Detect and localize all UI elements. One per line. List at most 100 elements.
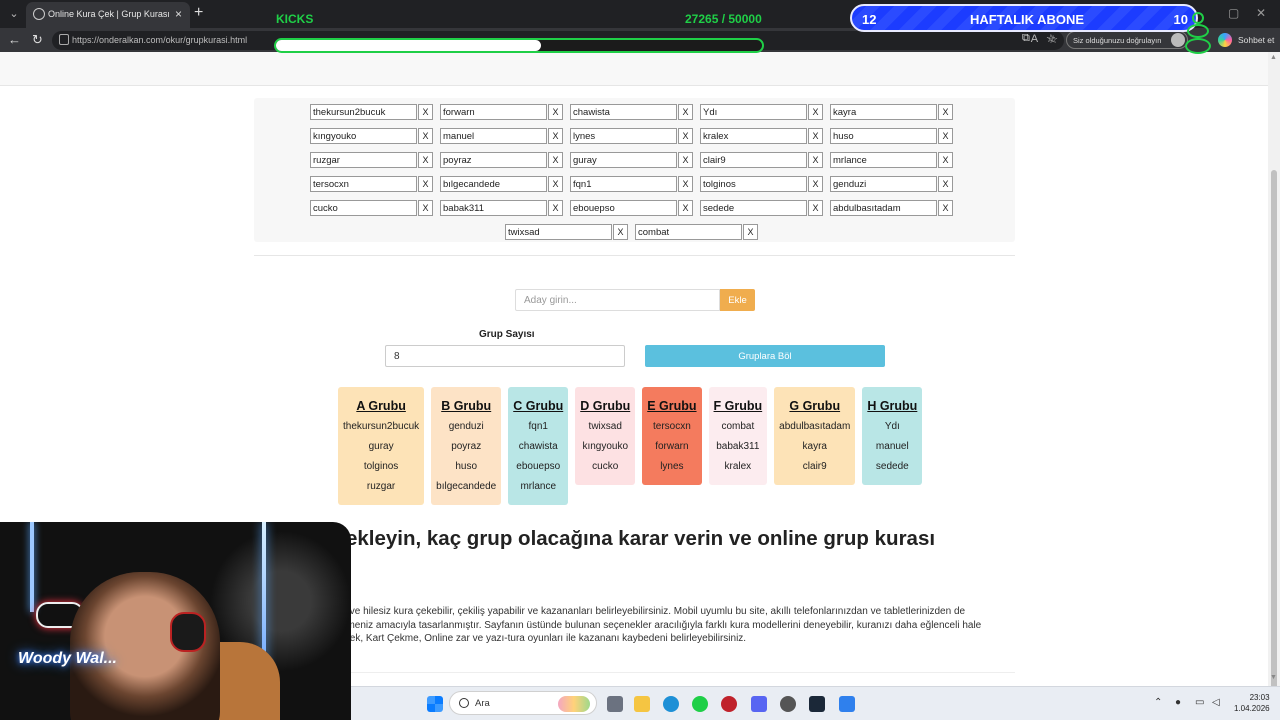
remove-name-button[interactable]: X	[418, 128, 433, 144]
edge-icon[interactable]	[663, 696, 679, 712]
name-field[interactable]	[700, 176, 807, 192]
name-field[interactable]	[440, 200, 547, 216]
favorites-icon[interactable]: ☆	[1046, 32, 1056, 45]
name-field[interactable]	[700, 128, 807, 144]
group-count-input[interactable]	[385, 345, 625, 367]
remove-name-button[interactable]: X	[678, 128, 693, 144]
remove-name-button[interactable]: X	[938, 176, 953, 192]
scroll-thumb[interactable]	[1271, 170, 1277, 690]
volume-icon[interactable]: ◁	[1212, 697, 1220, 708]
name-field[interactable]	[700, 200, 807, 216]
name-field[interactable]	[830, 104, 937, 120]
kick-app-icon[interactable]	[692, 696, 708, 712]
app-icon[interactable]	[839, 696, 855, 712]
read-aloud-icon[interactable]: A	[1031, 33, 1038, 46]
name-field[interactable]	[570, 152, 677, 168]
profile-verify-button[interactable]: Siz olduğunuzu doğrulayın	[1066, 31, 1188, 49]
name-field[interactable]	[830, 176, 937, 192]
chat-button-label[interactable]: Sohbet et	[1238, 35, 1274, 45]
remove-name-button[interactable]: X	[938, 104, 953, 120]
name-field[interactable]	[700, 152, 807, 168]
name-field[interactable]	[310, 104, 417, 120]
obs-icon[interactable]	[721, 696, 737, 712]
remove-name-button[interactable]: X	[418, 176, 433, 192]
group-member: combat	[721, 421, 755, 432]
remove-name-button[interactable]: X	[418, 200, 433, 216]
tray-chevron-icon[interactable]: ⌃	[1154, 697, 1162, 708]
window-close-icon[interactable]: ✕	[1256, 6, 1266, 20]
tab-list-icon[interactable]: ⌄	[6, 6, 22, 22]
name-field[interactable]	[440, 152, 547, 168]
name-field[interactable]	[505, 224, 612, 240]
back-icon[interactable]: ←	[8, 32, 21, 47]
close-tab-icon[interactable]: ×	[175, 7, 182, 21]
active-tab[interactable]: Online Kura Çek | Grup Kurası ×	[26, 2, 190, 28]
extensions-icon[interactable]: ⧉	[1022, 32, 1030, 45]
group-card: E Grubu tersocxn forwarn lynes	[642, 387, 702, 485]
url-text[interactable]: https://onderalkan.com/okur/grupkurasi.h…	[72, 35, 247, 45]
name-field[interactable]	[440, 176, 547, 192]
remove-name-button[interactable]: X	[548, 200, 563, 216]
reload-icon[interactable]: ↻	[32, 32, 43, 48]
name-field[interactable]	[570, 128, 677, 144]
remove-name-button[interactable]: X	[613, 224, 628, 240]
name-field[interactable]	[830, 128, 937, 144]
remove-name-button[interactable]: X	[938, 128, 953, 144]
name-field[interactable]	[635, 224, 742, 240]
scroll-down-icon[interactable]: ▼	[1270, 674, 1277, 681]
start-icon[interactable]	[427, 696, 443, 712]
name-field[interactable]	[570, 176, 677, 192]
name-field[interactable]	[440, 104, 547, 120]
remove-name-button[interactable]: X	[808, 176, 823, 192]
remove-name-button[interactable]: X	[418, 152, 433, 168]
remove-name-button[interactable]: X	[808, 200, 823, 216]
site-info-icon[interactable]	[59, 34, 69, 45]
scroll-up-icon[interactable]: ▲	[1270, 54, 1277, 61]
remove-name-button[interactable]: X	[808, 152, 823, 168]
name-field[interactable]	[310, 200, 417, 216]
remove-name-button[interactable]: X	[548, 176, 563, 192]
split-groups-button[interactable]: Gruplara Böl	[645, 345, 885, 367]
copilot-icon[interactable]	[1218, 33, 1232, 47]
remove-name-button[interactable]: X	[938, 152, 953, 168]
remove-name-button[interactable]: X	[938, 200, 953, 216]
file-explorer-icon[interactable]	[634, 696, 650, 712]
remove-name-button[interactable]: X	[678, 152, 693, 168]
remove-name-button[interactable]: X	[808, 104, 823, 120]
steam-icon[interactable]	[809, 696, 825, 712]
taskbar-clock[interactable]: 23:03 1.04.2026	[1234, 692, 1270, 714]
name-field[interactable]	[570, 200, 677, 216]
name-field[interactable]	[830, 200, 937, 216]
add-button[interactable]: Ekle	[720, 289, 755, 311]
remove-name-button[interactable]: X	[418, 104, 433, 120]
group-member: chawista	[518, 441, 558, 452]
task-view-icon[interactable]	[607, 696, 623, 712]
name-chip: X	[570, 104, 700, 120]
page-scrollbar[interactable]: ▲ ▼	[1268, 52, 1280, 690]
remove-name-button[interactable]: X	[678, 200, 693, 216]
name-field[interactable]	[310, 128, 417, 144]
name-field[interactable]	[440, 128, 547, 144]
name-field[interactable]	[700, 104, 807, 120]
remove-name-button[interactable]: X	[743, 224, 758, 240]
taskbar-search[interactable]: Ara	[449, 691, 597, 715]
new-tab-button[interactable]: +	[194, 4, 203, 22]
network-icon[interactable]: ▭	[1195, 697, 1204, 708]
name-field[interactable]	[310, 176, 417, 192]
name-field[interactable]	[570, 104, 677, 120]
name-chip: X	[310, 152, 440, 168]
remove-name-button[interactable]: X	[548, 104, 563, 120]
microphone-icon[interactable]: ●	[1175, 697, 1181, 708]
name-field[interactable]	[310, 152, 417, 168]
remove-name-button[interactable]: X	[678, 104, 693, 120]
remove-name-button[interactable]: X	[548, 152, 563, 168]
maximize-icon[interactable]: ▢	[1228, 6, 1239, 20]
candidate-input[interactable]	[515, 289, 720, 311]
chrome-icon[interactable]	[780, 696, 796, 712]
discord-icon[interactable]	[751, 696, 767, 712]
name-chip: X	[830, 176, 960, 192]
remove-name-button[interactable]: X	[548, 128, 563, 144]
remove-name-button[interactable]: X	[678, 176, 693, 192]
name-field[interactable]	[830, 152, 937, 168]
remove-name-button[interactable]: X	[808, 128, 823, 144]
